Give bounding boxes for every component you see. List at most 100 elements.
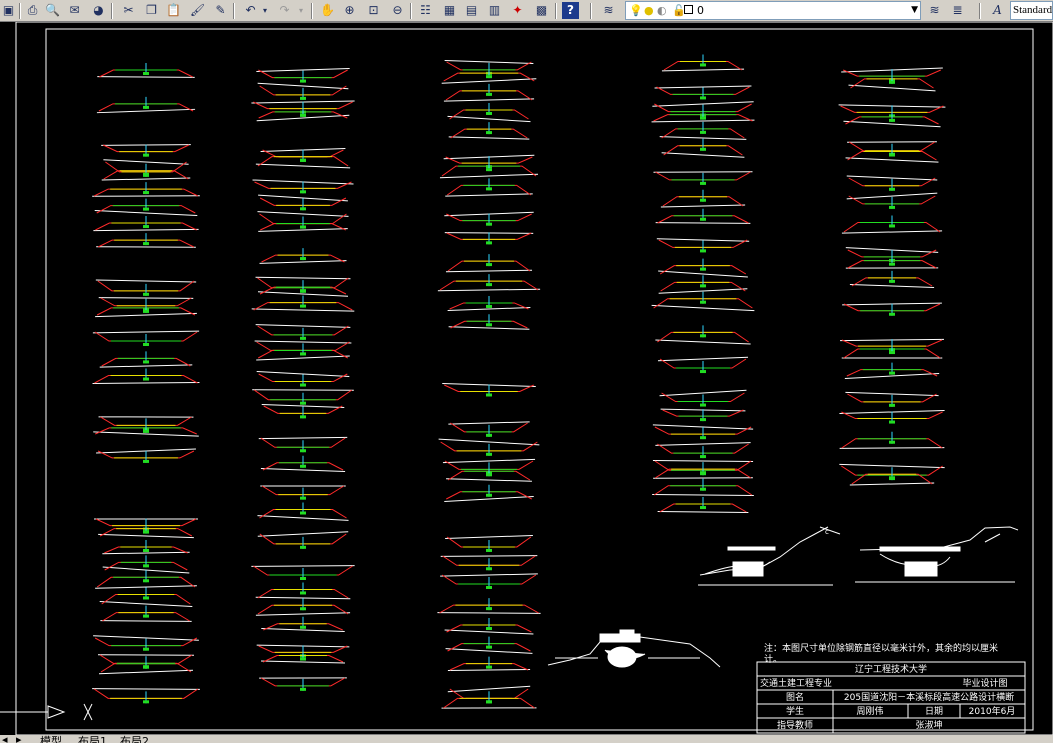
cross-section [261,403,345,419]
cross-section [659,389,747,407]
tab-model[interactable]: 模型 [40,735,62,743]
cross-section [252,389,354,405]
layer-manager-icon[interactable]: ≋ [600,2,617,19]
cross-section [98,521,194,539]
zoom-window-icon[interactable]: ⊡ [365,2,382,19]
cross-section [97,63,195,78]
cross-section [92,368,200,385]
toolbar-separator [590,3,592,19]
cross-section [842,302,942,316]
cross-section [256,371,350,387]
calculator-icon[interactable]: ▩ [533,2,550,19]
cross-section [442,383,536,397]
zoom-previous-icon[interactable]: ⊖ [389,2,406,19]
cross-section [839,431,945,449]
match-properties-icon[interactable]: 🖌 [189,2,206,19]
tab-scroll-first-icon[interactable]: ◂ [2,735,8,743]
cross-section [661,54,745,72]
preview-icon[interactable]: 🔍 [44,2,61,19]
model-space-canvas[interactable]: c 注：本图尺寸单位除钢筋直径以毫米计外，其余的均以厘米 计。 辽宁工程技术大学… [0,22,1053,735]
help-icon[interactable]: ? [562,2,579,19]
retaining-detail-2 [855,526,1019,583]
cross-section [259,677,347,691]
markup-icon[interactable]: ✦ [509,2,526,19]
retaining-detail-3 [547,629,721,668]
cross-section [654,85,752,100]
cross-section [256,343,350,361]
standard-toolbar: ▣ ⎙ 🔍 ✉ ◕ ✂ ❐ 📋 🖌 ✎ ↶ ▾ ↷ ▾ ✋ ⊕ ⊡ ⊖ ☷ ▦ … [0,0,1053,22]
chevron-down-icon[interactable]: ▼ [911,2,918,19]
undo-icon[interactable]: ↶ [242,2,259,19]
cross-section [660,408,746,422]
properties-icon[interactable]: ☷ [417,2,434,19]
make-current-icon[interactable]: ≋ [926,2,943,19]
cross-section [98,656,194,675]
redo-dropdown-icon[interactable]: ▾ [296,2,306,19]
sheet-set-icon[interactable]: ▥ [486,2,503,19]
drawing-note-line1: 注：本图尺寸单位除钢筋直径以毫米计外，其余的均以厘米 [764,642,998,654]
cross-section [448,421,530,437]
pan-icon[interactable]: ✋ [319,2,336,19]
design-center-icon[interactable]: ▦ [441,2,458,19]
cross-section [445,636,533,654]
title-school: 辽宁工程技术大学 [855,663,927,675]
cross-section [438,438,540,456]
block-editor-icon[interactable]: ✎ [212,2,229,19]
text-style-dropdown[interactable]: Standard [1010,1,1053,20]
save-icon[interactable]: ▣ [0,2,17,19]
publish-icon[interactable]: ✉ [66,2,83,19]
cross-section [93,635,199,651]
cross-section [652,424,754,440]
copy-icon[interactable]: ❐ [143,2,160,19]
cross-section [444,232,534,245]
text-style-icon[interactable]: A [989,2,1006,19]
cross-section [447,656,531,672]
toolbar-separator [555,3,557,19]
title-date-label: 日期 [925,706,943,717]
cross-section [100,605,192,622]
web-publish-icon[interactable]: ◕ [90,2,107,19]
zoom-realtime-icon[interactable]: ⊕ [341,2,358,19]
drawing-svg: c 注：本图尺寸单位除钢筋直径以毫米计外，其余的均以厘米 计。 辽宁工程技术大学… [0,22,1053,735]
redo-icon[interactable]: ↷ [276,2,293,19]
tool-palettes-icon[interactable]: ▤ [463,2,480,19]
cross-section [256,104,350,122]
title-doc-type: 毕业设计图 [962,677,1007,689]
cross-section [251,565,355,581]
tab-layout2[interactable]: 布局2 [120,735,149,743]
layer-on-icon: 💡 [629,4,643,17]
tab-layout1[interactable]: 布局1 [78,735,107,743]
cross-section [96,233,196,248]
toolbar-separator [19,3,21,19]
plot-icon[interactable]: ⎙ [24,2,41,19]
paste-icon[interactable]: 📋 [165,2,182,19]
cross-section [437,598,541,614]
layer-dropdown[interactable]: 💡 ● ◐ 🔓 0 ▼ [625,1,921,20]
cross-section [655,442,751,459]
layout-tab-bar: ◂ ▸ 模型 布局1 布局2 [0,735,1053,743]
cross-section [846,175,938,191]
cross-sections-group [92,54,946,709]
cross-section [441,691,537,709]
cross-section [444,211,534,226]
cross-section [441,66,537,84]
cross-section [257,280,349,297]
cross-section [257,82,349,100]
cross-section [255,324,351,340]
cross-section [444,484,534,503]
cross-section [445,534,533,552]
layer-name: 0 [697,4,704,17]
cross-section [660,189,746,208]
cross-section [447,102,531,123]
tab-scroll-last-icon[interactable]: ▸ [16,735,22,743]
cross-section [657,356,749,374]
undo-dropdown-icon[interactable]: ▾ [260,2,270,19]
cross-section [655,325,751,345]
toolbar-separator [233,3,235,19]
title-student: 周刚伟 [856,705,883,717]
cut-icon[interactable]: ✂ [120,2,137,19]
toolbar-separator [111,3,113,19]
layer-previous-icon[interactable]: ≣ [949,2,966,19]
cross-section [658,275,748,294]
cross-section [261,616,345,632]
